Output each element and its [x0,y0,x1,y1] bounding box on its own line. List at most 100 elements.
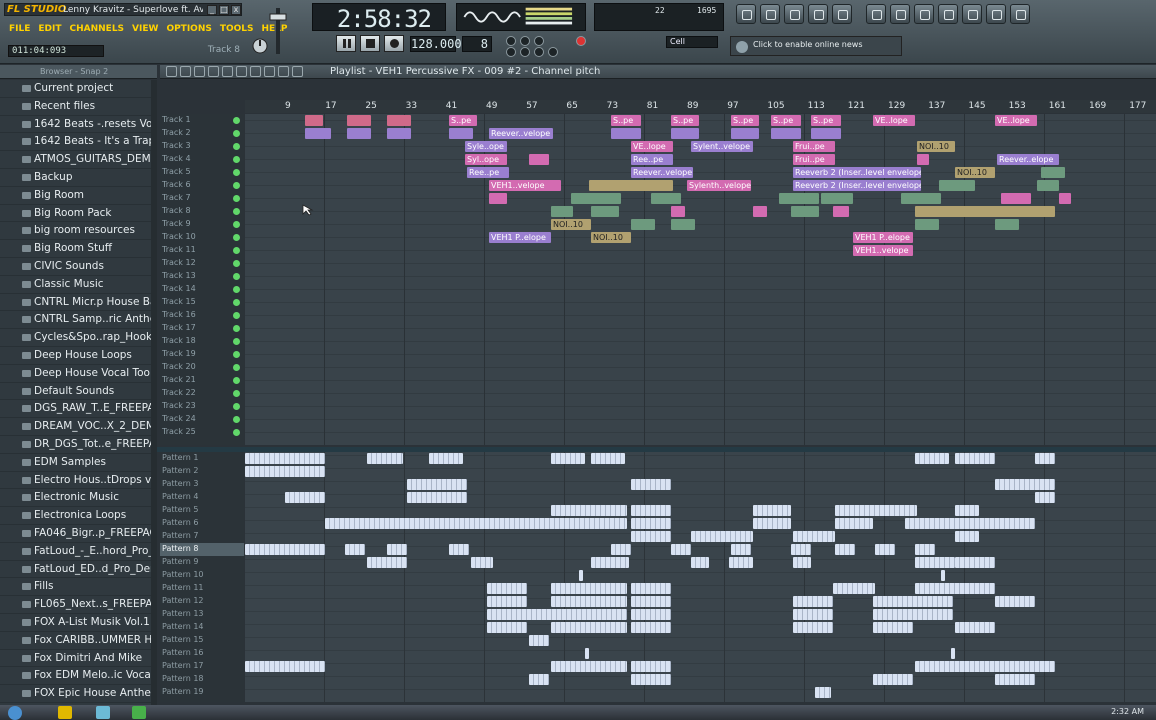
option-toggle[interactable] [520,47,530,57]
pattern-block[interactable] [579,570,583,581]
start-icon[interactable] [8,706,22,720]
playlist-clip[interactable]: S..pe [449,115,477,126]
menu-file[interactable]: FILE [6,23,33,37]
pattern-block[interactable] [631,583,671,594]
playlist-clip[interactable] [995,219,1019,230]
pattern-block[interactable] [905,518,1035,529]
app-task-icon[interactable] [132,706,146,719]
pattern-label[interactable]: Pattern 16 [160,647,244,660]
browser-item[interactable]: CNTRL Samp..ric Anthems [0,311,157,330]
browser-header[interactable]: Browser - Snap 2 [0,65,157,79]
pattern-label[interactable]: Pattern 10 [160,569,244,582]
pattern-block[interactable] [793,609,833,620]
record-button[interactable] [384,35,404,52]
online-news-bar[interactable]: Click to enable online news [730,36,902,56]
pattern-block[interactable] [731,544,751,555]
explorer-task-icon[interactable] [96,706,110,719]
track-label[interactable]: Track 16 [160,309,244,322]
pattern-label[interactable]: Pattern 2 [160,465,244,478]
playlist-clip[interactable] [589,180,673,191]
browser-item[interactable]: Fox Dimitri And Mike [0,650,157,668]
playlist-clip[interactable] [591,206,619,217]
track-enable-icon[interactable] [233,143,240,150]
playlist-clip[interactable]: S..pe [771,115,801,126]
playlist-clip[interactable]: NOI..10 [551,219,591,230]
playlist-clip[interactable]: Ree..pe [467,167,509,178]
playlist-clip[interactable]: Reever..velope [489,128,553,139]
track-enable-icon[interactable] [233,247,240,254]
track-enable-icon[interactable] [233,325,240,332]
playlist-clip[interactable]: Reever..velope [631,167,693,178]
pattern-block[interactable] [631,596,671,607]
playlist-clip[interactable] [551,206,573,217]
browser-item[interactable]: Deep House Loops [0,347,157,365]
playlist-clip[interactable] [833,206,849,217]
playlist-clip[interactable] [611,128,641,139]
playlist-clip[interactable] [529,154,549,165]
track-enable-icon[interactable] [233,195,240,202]
track-enable-icon[interactable] [233,429,240,436]
pencil-icon[interactable] [180,66,191,77]
pattern-label[interactable]: Pattern 19 [160,686,244,699]
pattern-block[interactable] [873,596,953,607]
browser-item[interactable]: Classic Music [0,276,157,294]
pattern-block[interactable] [631,661,671,672]
playlist-clip[interactable] [347,128,371,139]
track-enable-icon[interactable] [233,416,240,423]
playlist-clip[interactable]: Frui..pe [793,141,835,152]
pattern-block[interactable] [487,622,527,633]
track-label[interactable]: Track 25 [160,426,244,439]
pattern-block[interactable] [955,505,979,516]
pattern-label[interactable]: Pattern 13 [160,608,244,621]
browser-item[interactable]: Big Room Stuff [0,240,157,258]
browser-item[interactable]: CNTRL Micr.p House Bass [0,294,157,312]
browser-item[interactable]: DREAM_VOC..X_2_DEMOS [0,418,157,436]
save-icon[interactable] [890,4,910,24]
track-label[interactable]: Track 18 [160,335,244,348]
playlist-clip[interactable] [571,193,621,204]
pattern-block[interactable] [793,557,811,568]
browser-item[interactable]: 1642 Beats - It's a Trap [0,133,157,152]
track-grid[interactable]: S..pe S..pe S..pe S..pe S..pe S..pe VE..lope VE… [245,114,1156,445]
browser-item[interactable]: Big Room [0,187,157,205]
track-enable-icon[interactable] [233,364,240,371]
pattern-block[interactable] [631,609,671,620]
menu-view[interactable]: VIEW [129,23,161,37]
pattern-block[interactable] [873,622,913,633]
track-label[interactable]: Track 19 [160,348,244,361]
pattern-block[interactable] [551,622,627,633]
pattern-label[interactable]: Pattern 6 [160,517,244,530]
pattern-block[interactable] [1035,492,1055,503]
track-label[interactable]: Track 4 [160,153,244,166]
track-enable-icon[interactable] [233,169,240,176]
playlist-clip[interactable]: Reever..elope [997,154,1059,165]
pattern-block[interactable] [429,453,463,464]
pattern-label[interactable]: Pattern 14 [160,621,244,634]
playlist-clip[interactable]: S..pe [611,115,641,126]
playlist-clip[interactable] [731,128,759,139]
pattern-block[interactable] [487,596,527,607]
pattern-block[interactable] [529,635,549,646]
playlist-clip[interactable]: VE..lope [873,115,915,126]
pattern-block[interactable] [407,492,467,503]
pattern-block[interactable] [345,544,365,555]
pattern-label[interactable]: Pattern 9 [160,556,244,569]
playlist-clip[interactable]: VE..lope [995,115,1037,126]
playlist-clip[interactable] [671,128,699,139]
playlist-clip[interactable]: Frui..pe [793,154,835,165]
pattern-block[interactable] [671,544,691,555]
playlist-clip[interactable]: VEH1..velope [489,180,561,191]
playlist-clip[interactable]: S..pe [671,115,699,126]
pattern-block[interactable] [955,531,979,542]
menu-options[interactable]: OPTIONS [163,23,214,37]
browser-item[interactable]: Fills [0,578,157,597]
browser-item[interactable]: Electro Hous..tDrops vol.1 [0,472,157,490]
browser-item[interactable]: Backup [0,169,157,187]
pattern-block[interactable] [487,583,527,594]
playlist-clip[interactable] [671,206,685,217]
playlist-clip[interactable] [489,193,507,204]
browser-item[interactable]: FA046_Bigr..p_FREEPACK [0,525,157,543]
browser-item[interactable]: big room resources [0,222,157,241]
playlist-clip[interactable] [939,180,975,191]
playlist-clip[interactable] [651,193,681,204]
